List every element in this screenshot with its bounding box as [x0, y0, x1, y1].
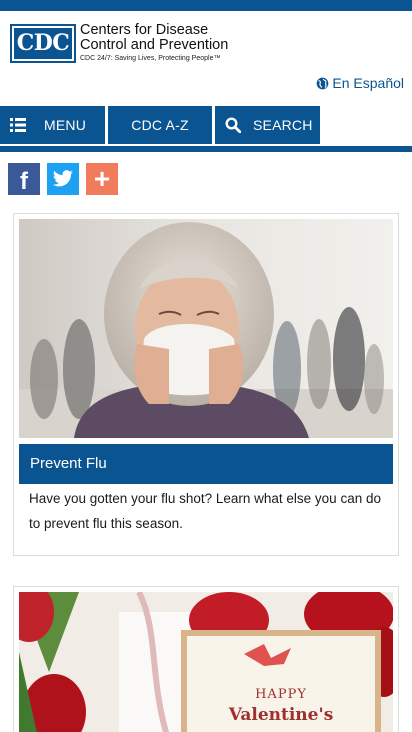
cdc-logo-letters: CDC [14, 28, 72, 59]
flu-photo-illustration [19, 219, 393, 438]
valentines-photo-illustration: HAPPY Valentine's [19, 592, 393, 732]
org-tagline: CDC 24/7: Saving Lives, Protecting Peopl… [80, 55, 221, 62]
menu-label: MENU [44, 117, 87, 133]
valentines-text-word: Valentine's [228, 705, 334, 725]
org-name-line2: Control and Prevention [80, 37, 229, 53]
spanish-language-label: En Español [332, 75, 404, 91]
cdc-logo-wordmark: Centers for Disease Control and Preventi… [80, 23, 256, 64]
search-icon [225, 117, 241, 133]
woman-blowing-nose-photo[interactable] [19, 219, 393, 438]
menu-button[interactable]: MENU [0, 106, 105, 144]
plus-icon: + [93, 163, 111, 194]
twitter-icon [52, 170, 73, 187]
card-title[interactable]: Prevent Flu [19, 444, 393, 484]
facebook-icon: f [20, 167, 28, 195]
search-button[interactable]: SEARCH [215, 106, 320, 144]
cdc-a-z-button[interactable]: CDC A-Z [108, 106, 212, 144]
addthis-share-button[interactable]: + [86, 163, 118, 195]
spanish-language-link[interactable]: En Español [316, 74, 404, 92]
feature-card-valentines[interactable]: HAPPY Valentine's [13, 586, 399, 732]
nav-divider [0, 146, 412, 152]
valentines-card-photo[interactable]: HAPPY Valentine's [19, 592, 393, 732]
valentines-text-happy: HAPPY [255, 687, 307, 702]
cdc-logo[interactable]: CDC Centers for Disease Control and Prev… [10, 23, 250, 64]
card-description: Have you gotten your flu shot? Learn wha… [29, 491, 381, 531]
org-name-line1: Centers for Disease [80, 22, 209, 38]
globe-icon [317, 77, 329, 89]
twitter-share-button[interactable] [47, 163, 79, 195]
cdc-logo-mark: CDC [10, 24, 76, 63]
search-label: SEARCH [253, 117, 313, 133]
feature-card-prevent-flu[interactable]: Prevent Flu Have you gotten your flu sho… [13, 213, 399, 556]
main-navigation: MENU CDC A-Z SEARCH [0, 106, 412, 152]
facebook-share-button[interactable]: f [8, 163, 40, 195]
list-icon [10, 118, 26, 132]
top-accent-bar [0, 0, 412, 11]
cdc-a-z-label: CDC A-Z [131, 117, 189, 133]
